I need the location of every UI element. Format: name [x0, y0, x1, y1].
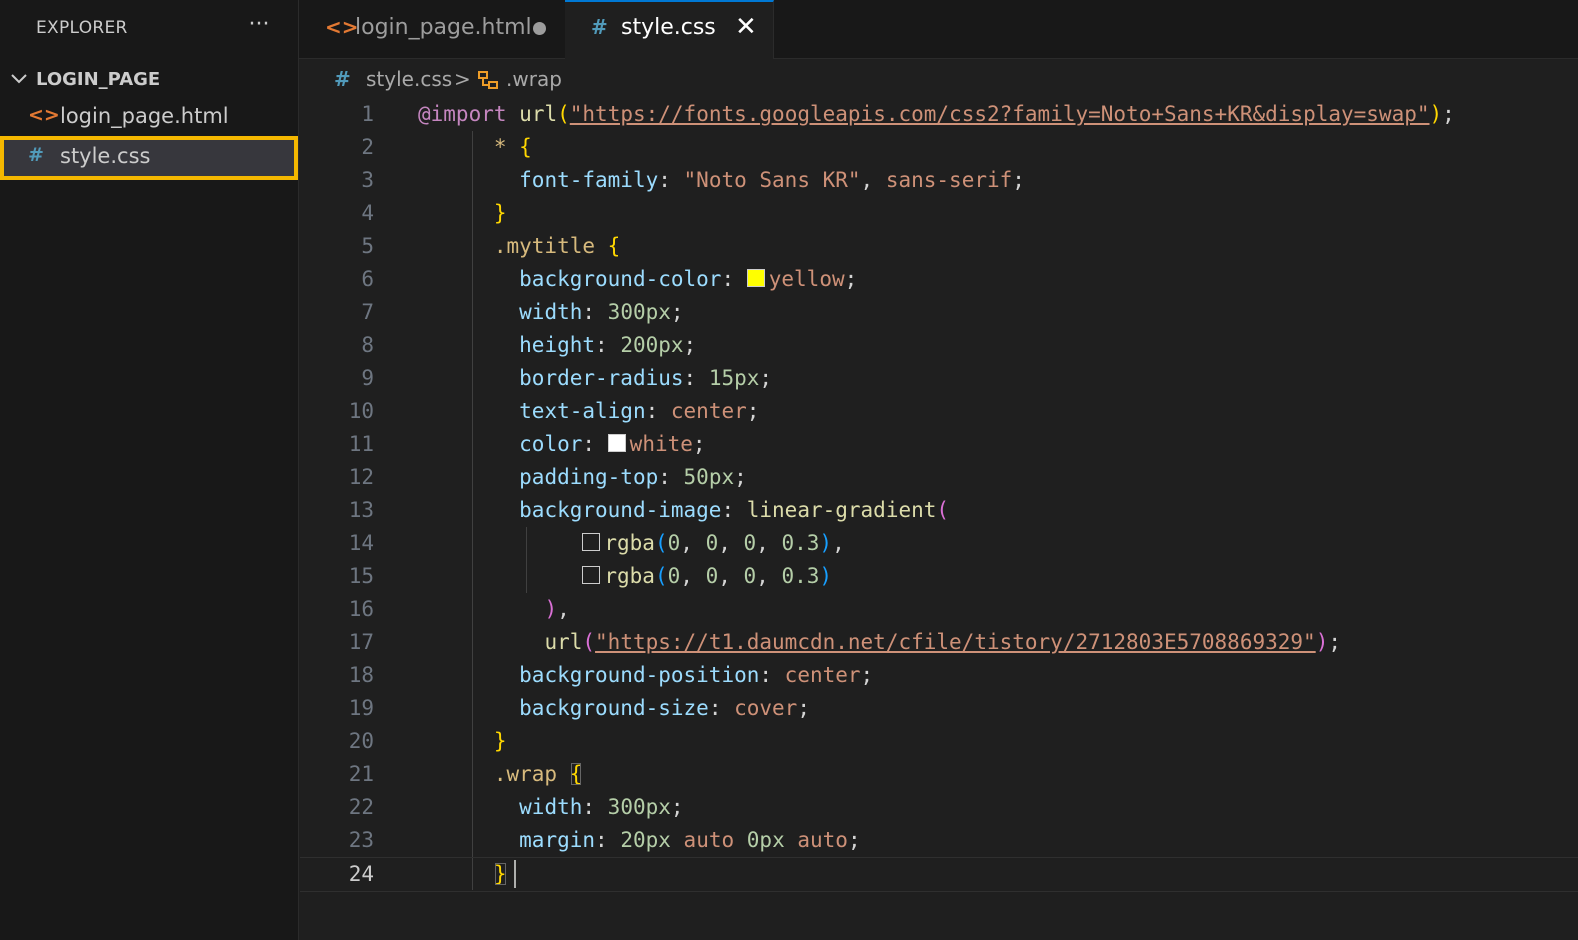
- line-number: 22: [348, 795, 374, 819]
- more-actions-button[interactable]: ···: [244, 12, 274, 42]
- line-number: 17: [348, 630, 374, 654]
- code-line: }: [493, 862, 507, 886]
- chevron-down-icon: [11, 74, 27, 84]
- code-line: rgba(0, 0, 0, 0.3),: [418, 527, 845, 560]
- code-line: height: 200px;: [519, 333, 697, 357]
- line-number: 9: [361, 366, 374, 390]
- breadcrumb-file[interactable]: style.css: [366, 67, 452, 91]
- css-file-icon: #: [591, 15, 608, 39]
- line-number: 21: [348, 762, 374, 786]
- file-item-style-css[interactable]: # style.css: [0, 136, 298, 180]
- line-number: 19: [348, 696, 374, 720]
- code-line: padding-top: 50px;: [519, 465, 747, 489]
- html-file-icon: <>: [325, 15, 359, 39]
- tab-style-css[interactable]: # style.css ✕: [565, 0, 774, 59]
- code-line: width: 300px;: [519, 795, 684, 819]
- code-line: background-color: yellow;: [519, 267, 858, 291]
- symbol-class-icon: [478, 71, 498, 89]
- file-label: style.css: [60, 144, 151, 168]
- line-number: 18: [348, 663, 374, 687]
- chevron-right-icon: >: [454, 67, 471, 91]
- editor-tab-bar: <> login_page.html # style.css ✕: [299, 0, 1578, 59]
- explorer-title: EXPLORER: [36, 18, 128, 38]
- code-line: ),: [544, 597, 570, 621]
- tab-login-page-html[interactable]: <> login_page.html: [299, 0, 566, 58]
- background-url[interactable]: "https://t1.daumcdn.net/cfile/tistory/27…: [595, 630, 1316, 654]
- line-number: 20: [348, 729, 374, 753]
- line-number: 16: [348, 597, 374, 621]
- code-line: .wrap {: [493, 762, 583, 786]
- code-line: * {: [493, 135, 532, 159]
- html-file-icon: <>: [28, 104, 60, 126]
- line-number: 2: [361, 135, 374, 159]
- line-number: 24: [348, 862, 374, 886]
- code-line: background-image: linear-gradient(: [519, 498, 950, 522]
- text-cursor: [514, 860, 516, 888]
- line-number: 3: [361, 168, 374, 192]
- color-swatch-rgba[interactable]: [582, 533, 601, 551]
- explorer-sidebar: EXPLORER ··· LOGIN_PAGE <> login_page.ht…: [0, 0, 299, 940]
- code-line: background-size: cover;: [519, 696, 810, 720]
- line-number: 7: [361, 300, 374, 324]
- color-swatch-yellow[interactable]: [746, 269, 765, 287]
- css-file-icon: #: [28, 144, 44, 166]
- code-line: }: [493, 201, 507, 225]
- code-line: }: [493, 729, 507, 753]
- line-number: 15: [348, 564, 374, 588]
- line-number: 1: [361, 102, 374, 126]
- code-line: @import url("https://fonts.googleapis.co…: [418, 102, 1455, 126]
- line-number: 5: [361, 234, 374, 258]
- code-editor[interactable]: 1 @import url("https://fonts.googleapis.c…: [300, 98, 1578, 940]
- close-icon[interactable]: ✕: [735, 12, 757, 42]
- line-number: 14: [348, 531, 374, 555]
- font-family-value: "Noto Sans KR": [683, 168, 861, 192]
- import-url[interactable]: "https://fonts.googleapis.com/css2?famil…: [570, 102, 1430, 126]
- line-number: 13: [348, 498, 374, 522]
- line-number: 11: [348, 432, 374, 456]
- code-line: color: white;: [519, 432, 706, 456]
- code-line: margin: 20px auto 0px auto;: [519, 828, 861, 852]
- line-number: 23: [348, 828, 374, 852]
- color-swatch-white[interactable]: [607, 434, 626, 452]
- line-number: 6: [361, 267, 374, 291]
- css-file-icon: #: [334, 67, 351, 91]
- file-item-login-page-html[interactable]: <> login_page.html: [0, 98, 298, 136]
- line-number: 8: [361, 333, 374, 357]
- file-label: login_page.html: [60, 104, 229, 128]
- line-number: 4: [361, 201, 374, 225]
- code-line: url("https://t1.daumcdn.net/cfile/tistor…: [544, 630, 1341, 654]
- line-number: 12: [348, 465, 374, 489]
- code-line: border-radius: 15px;: [519, 366, 773, 390]
- unsaved-dot-icon[interactable]: [533, 22, 546, 35]
- folder-login-page[interactable]: LOGIN_PAGE: [0, 64, 298, 96]
- code-line: font-family: "Noto Sans KR", sans-serif;: [519, 168, 1025, 192]
- code-line: width: 300px;: [519, 300, 684, 324]
- breadcrumb-symbol[interactable]: .wrap: [506, 67, 562, 91]
- folder-label: LOGIN_PAGE: [36, 69, 161, 90]
- line-number: 10: [348, 399, 374, 423]
- tab-label: style.css: [621, 15, 716, 40]
- code-line: background-position: center;: [519, 663, 874, 687]
- code-line: rgba(0, 0, 0, 0.3): [418, 560, 832, 593]
- color-swatch-rgba[interactable]: [582, 566, 601, 584]
- code-line: text-align: center;: [519, 399, 760, 423]
- tab-label: login_page.html: [355, 15, 532, 40]
- code-line: .mytitle {: [493, 234, 621, 258]
